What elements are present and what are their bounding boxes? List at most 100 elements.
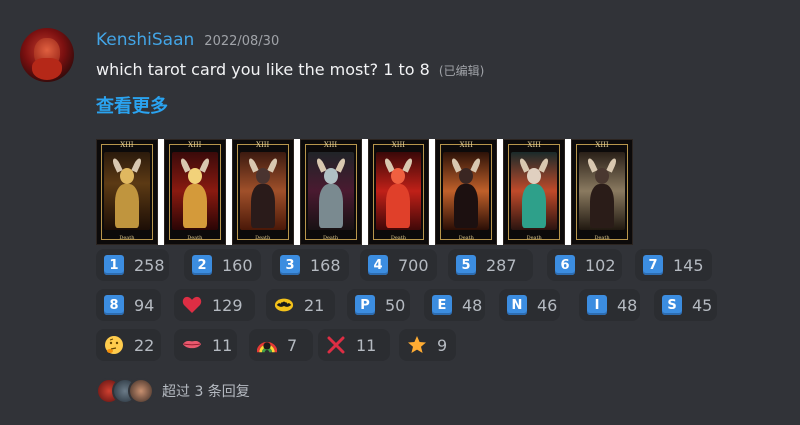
reaction-count: 45: [692, 295, 713, 315]
reaction-keycap-7[interactable]: 7 145: [635, 249, 712, 281]
lips-icon: [182, 335, 202, 355]
regional-p-icon: P: [355, 295, 375, 315]
see-more-link[interactable]: 查看更多: [96, 92, 168, 118]
regional-n-icon: N: [507, 295, 527, 315]
message-body: which tarot card you like the most? 1 to…: [96, 60, 430, 79]
tarot-card-7: XIII Death: [503, 139, 566, 245]
reaction-red-cross-mark[interactable]: 11: [318, 329, 390, 361]
reaction-count: 145: [673, 255, 704, 275]
card-figure: [386, 184, 411, 228]
reaction-lips[interactable]: 11: [174, 329, 237, 361]
card-caption: Death: [119, 235, 135, 241]
reaction-regional-e[interactable]: E 48: [424, 289, 485, 321]
participant-avatar: [128, 378, 154, 404]
message-text: which tarot card you like the most? 1 to…: [96, 60, 484, 79]
reaction-regional-i[interactable]: I 48: [579, 289, 640, 321]
reaction-count: 21: [304, 295, 325, 315]
avatar-beard: [32, 58, 62, 80]
reaction-keycap-1[interactable]: 1 258: [96, 249, 169, 281]
card-caption: Death: [322, 235, 339, 241]
tarot-card-image[interactable]: XIII Death XIII Death XIII Death XIII Death XIII…: [96, 139, 633, 245]
card-head: [255, 168, 270, 184]
tarot-card-8: XIII Death: [571, 139, 633, 245]
reaction-count: 46: [537, 295, 558, 315]
keycap-3-icon: 3: [280, 255, 300, 275]
reaction-count: 9: [437, 335, 448, 355]
red-cross-mark-icon: [326, 335, 346, 355]
card-figure: [522, 184, 547, 228]
card-caption: Death: [187, 235, 203, 241]
card-caption: Death: [390, 235, 407, 241]
edited-label: (已编辑): [438, 64, 485, 78]
star-icon: [407, 335, 427, 355]
tarot-card-4: XIII Death: [299, 139, 362, 245]
keycap-6-icon: 6: [555, 255, 575, 275]
reaction-count: 50: [385, 295, 406, 315]
timestamp[interactable]: 2022/08/30: [204, 34, 279, 49]
reaction-batman-emoji[interactable]: 21: [266, 289, 335, 321]
tarot-card-5: XIII Death: [367, 139, 430, 245]
regional-s-icon: S: [662, 295, 682, 315]
reaction-count: 287: [486, 255, 517, 275]
reaction-keycap-3[interactable]: 3 168: [272, 249, 349, 281]
reaction-count: 168: [310, 255, 341, 275]
card-caption: Death: [458, 235, 474, 241]
reaction-count: 102: [585, 255, 616, 275]
reaction-regional-p[interactable]: P 50: [347, 289, 410, 321]
reaction-count: 258: [134, 255, 165, 275]
card-caption: Death: [255, 235, 271, 241]
reaction-keycap-6[interactable]: 6 102: [547, 249, 622, 281]
card-numeral: XIII: [256, 141, 270, 149]
card-head: [527, 168, 542, 184]
tarot-card-1: XIII Death: [96, 139, 158, 245]
card-numeral: XIII: [188, 141, 202, 149]
keycap-5-icon: 5: [456, 255, 476, 275]
tarot-card-3: XIII Death: [231, 139, 294, 245]
card-figure: [318, 184, 343, 228]
username[interactable]: KenshiSaan: [96, 30, 194, 50]
reaction-count: 11: [212, 335, 233, 355]
card-numeral: XIII: [459, 141, 473, 149]
reaction-count: 7: [287, 335, 298, 355]
card-head: [459, 168, 474, 184]
reaction-keycap-4[interactable]: 4 700: [360, 249, 437, 281]
card-caption: Death: [526, 235, 542, 241]
card-head: [119, 168, 134, 184]
card-numeral: XIII: [527, 141, 541, 149]
card-head: [391, 168, 406, 184]
reaction-regional-n[interactable]: N 46: [499, 289, 560, 321]
card-numeral: XIII: [391, 141, 406, 149]
reaction-count: 129: [212, 295, 243, 315]
reaction-pride-rainbow-emoji[interactable]: 7: [249, 329, 313, 361]
reaction-regional-s[interactable]: S 45: [654, 289, 717, 321]
keycap-2-icon: 2: [192, 255, 212, 275]
tarot-card-6: XIII Death: [435, 139, 498, 245]
regional-i-icon: I: [587, 295, 607, 315]
card-head: [323, 168, 338, 184]
reaction-star[interactable]: 9: [399, 329, 456, 361]
card-numeral: XIII: [595, 141, 609, 149]
reaction-red-heart[interactable]: 129: [174, 289, 255, 321]
tarot-card-2: XIII Death: [163, 139, 226, 245]
reaction-keycap-2[interactable]: 2 160: [184, 249, 261, 281]
card-figure: [454, 184, 479, 228]
keycap-1-icon: 1: [104, 255, 124, 275]
card-figure: [250, 184, 275, 228]
reaction-count: 48: [617, 295, 638, 315]
thread-replies-link[interactable]: 超过 3 条回复: [162, 381, 250, 401]
message-header: KenshiSaan 2022/08/30: [96, 30, 279, 52]
card-figure: [114, 184, 139, 228]
reaction-keycap-5[interactable]: 5 287: [448, 249, 533, 281]
card-numeral: XIII: [323, 141, 338, 149]
reaction-keycap-8[interactable]: 8 94: [96, 289, 161, 321]
user-avatar[interactable]: [20, 28, 74, 82]
card-head: [187, 168, 202, 184]
regional-e-icon: E: [432, 295, 452, 315]
reaction-thinking-face[interactable]: 22: [96, 329, 161, 361]
card-figure: [182, 184, 207, 228]
reaction-count: 22: [134, 335, 155, 355]
reaction-count: 160: [222, 255, 253, 275]
keycap-7-icon: 7: [643, 255, 663, 275]
pride-rainbow-emoji-icon: [257, 335, 277, 355]
thread-participants[interactable]: [96, 378, 156, 404]
